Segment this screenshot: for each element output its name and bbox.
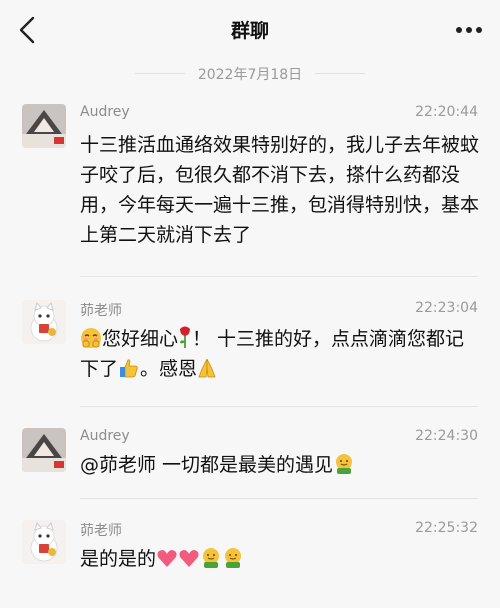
page-title: 群聊 — [230, 20, 269, 42]
cat-avatar-icon — [22, 520, 66, 564]
rose-emoji-icon — [180, 326, 191, 348]
hug-emoji-icon — [203, 548, 220, 568]
audrey-avatar-icon — [22, 428, 66, 472]
message-text: 十三推活血通络效果特别好的，我儿子去年被蚊子咬了后，包很久都不消下去，搽什么药都… — [80, 134, 480, 246]
shy-face-emoji-icon — [81, 328, 101, 348]
sender-name: Audrey — [80, 428, 130, 444]
praying-hands-emoji-icon — [198, 358, 216, 378]
date-divider-text: 2022年7月18日 — [197, 67, 303, 83]
message-text: @茆老师 一切都是最美的遇见 — [80, 450, 480, 480]
message-text: 是的是的 — [80, 544, 480, 574]
divider — [80, 498, 478, 499]
message-text: 您好细心！ 十三推的好，点点滴滴您都记下了 。感恩 — [80, 324, 480, 384]
divider — [80, 406, 478, 407]
hug-emoji-icon — [225, 548, 242, 568]
audrey-avatar-icon — [22, 104, 66, 148]
message-text-part: 是的是的 — [80, 548, 157, 570]
divider — [80, 276, 478, 277]
sender-name: 茆老师 — [80, 523, 122, 539]
heart-emoji-icon — [157, 550, 177, 567]
avatar[interactable] — [22, 428, 66, 472]
avatar[interactable] — [22, 300, 66, 344]
sender-name: Audrey — [80, 104, 130, 120]
message-text-part: 您好细心 — [102, 328, 179, 350]
message-time: 22:25:32 — [415, 520, 478, 536]
cat-avatar-icon — [22, 300, 66, 344]
date-divider: 2022年7月18日 — [0, 64, 500, 84]
message-text-part: 。感恩 — [140, 358, 198, 380]
message-time: 22:23:04 — [415, 300, 478, 316]
message-text-part: @茆老师 一切都是最美的遇见 — [80, 454, 334, 476]
message-time: 22:24:30 — [415, 428, 478, 444]
thumbs-up-emoji-icon — [120, 359, 138, 378]
more-dots-icon[interactable] — [452, 18, 486, 42]
top-bar: 群聊 — [0, 0, 500, 60]
message-time: 22:20:44 — [415, 104, 478, 120]
heart-emoji-icon — [179, 550, 199, 567]
avatar[interactable] — [22, 104, 66, 148]
sender-name: 茆老师 — [80, 303, 122, 319]
avatar[interactable] — [22, 520, 66, 564]
hug-emoji-icon — [336, 454, 353, 474]
